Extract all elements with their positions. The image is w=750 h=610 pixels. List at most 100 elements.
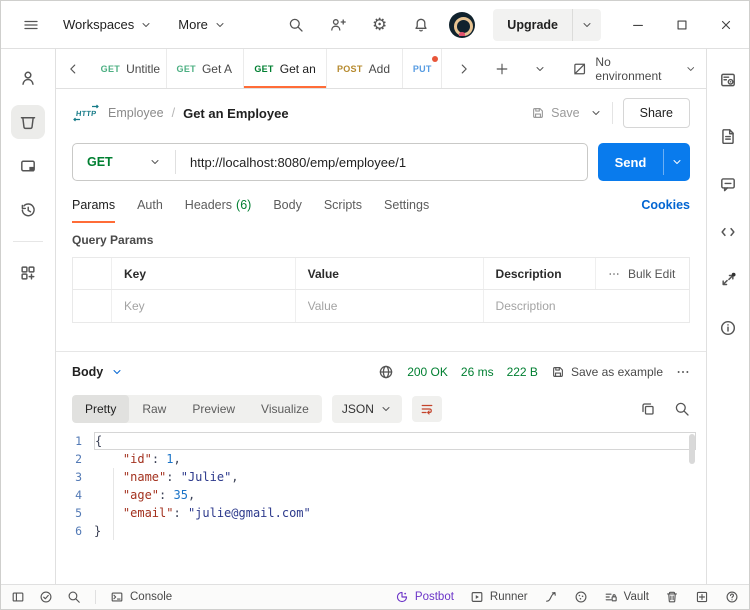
format-dropdown[interactable]: JSON [331, 395, 402, 423]
search-response-icon[interactable] [674, 401, 690, 417]
param-description-input[interactable] [495, 299, 583, 313]
send-button[interactable]: Send [598, 143, 663, 181]
tab-settings[interactable]: Settings [384, 187, 429, 223]
search-icon[interactable] [282, 11, 310, 39]
view-pretty[interactable]: Pretty [72, 395, 130, 423]
tabs-scroll-left-icon[interactable] [56, 49, 91, 88]
settings-gear-icon[interactable]: ⚙ [366, 10, 393, 39]
upgrade-button[interactable]: Upgrade [493, 18, 572, 32]
upgrade-button-group: Upgrade [493, 8, 601, 41]
cookies-icon[interactable] [574, 590, 588, 604]
send-options-chevron-icon[interactable] [664, 143, 690, 181]
help-icon[interactable] [725, 590, 739, 604]
response-body-editor[interactable]: 1 { 2 "id": 1, 3 "name": "Julie", 4 "age [56, 426, 706, 584]
column-header-description: Description [482, 258, 595, 289]
method-dropdown[interactable]: GET [73, 155, 175, 169]
environment-selector[interactable]: No environment [562, 49, 706, 88]
tab-body[interactable]: Body [273, 187, 302, 223]
editor-scrollbar[interactable] [689, 434, 695, 464]
tab-options-chevron-icon[interactable] [522, 63, 558, 75]
maximize-icon[interactable] [675, 18, 689, 32]
window-controls [631, 18, 733, 32]
tab-params[interactable]: Params [72, 187, 116, 223]
status-badge[interactable]: 200 OK [407, 365, 448, 379]
view-preview[interactable]: Preview [179, 395, 248, 423]
minimize-icon[interactable] [631, 18, 645, 32]
more-options-icon [609, 272, 619, 275]
view-raw[interactable]: Raw [129, 395, 179, 423]
related-requests-icon[interactable] [711, 263, 745, 297]
left-sidebar [1, 49, 56, 584]
url-input-container: GET [72, 143, 588, 181]
tab-untitled-request[interactable]: GET Untitle [91, 49, 167, 88]
code-snippet-icon[interactable] [711, 215, 745, 249]
tab-get-a[interactable]: GET Get A [167, 49, 245, 88]
console-icon [111, 592, 123, 602]
toggle-sidebar-icon[interactable] [11, 590, 25, 604]
param-value-input[interactable] [307, 299, 471, 313]
postbot-button[interactable]: Postbot [395, 590, 454, 604]
response-body-dropdown[interactable]: Body [72, 365, 123, 379]
tabs-scroll-right-icon[interactable] [446, 62, 482, 76]
sync-status-icon[interactable] [39, 590, 53, 604]
comments-icon[interactable] [711, 167, 745, 201]
wrap-line-toggle[interactable] [411, 396, 442, 422]
column-header-value: Value [294, 258, 483, 289]
more-menu[interactable]: More [170, 11, 234, 38]
environment-quicklook-icon[interactable] [711, 63, 745, 97]
documentation-icon[interactable] [711, 119, 745, 153]
vault-button[interactable]: Vault [604, 590, 649, 604]
share-button[interactable]: Share [622, 98, 690, 128]
tab-headers[interactable]: Headers (6) [185, 187, 252, 223]
collections-icon[interactable] [11, 105, 45, 139]
upgrade-chevron-down-icon[interactable] [573, 19, 601, 31]
info-icon[interactable] [711, 311, 745, 345]
workspaces-menu[interactable]: Workspaces [55, 11, 160, 38]
app-window: Workspaces More ⚙ Upgrade GET Untitle GE… [0, 0, 750, 610]
copy-icon[interactable] [640, 401, 656, 417]
url-input[interactable] [176, 154, 587, 170]
response-toolbar: Pretty Raw Preview Visualize JSON [56, 392, 706, 426]
close-icon[interactable] [719, 18, 733, 32]
split-pane-icon[interactable] [695, 590, 709, 604]
tab-scripts[interactable]: Scripts [324, 187, 362, 223]
notifications-bell-icon[interactable] [407, 11, 435, 39]
save-button[interactable]: Save [531, 106, 580, 120]
add-element-icon[interactable] [11, 256, 45, 290]
view-visualize[interactable]: Visualize [248, 395, 322, 423]
query-params-section: Query Params Key Value Description Bulk … [56, 223, 706, 323]
response-time[interactable]: 26 ms [461, 365, 494, 379]
response-size[interactable]: 222 B [507, 365, 538, 379]
runner-button[interactable]: Runner [470, 590, 528, 604]
runner-label: Runner [489, 591, 528, 603]
breadcrumb-request-name[interactable]: Get an Employee [183, 106, 288, 121]
breadcrumb-collection[interactable]: Employee [108, 106, 164, 120]
save-as-example-button[interactable]: Save as example [551, 365, 663, 379]
profile-icon[interactable] [11, 61, 45, 95]
method-value: GET [87, 155, 113, 169]
bulk-edit-button[interactable]: Bulk Edit [594, 258, 689, 289]
auto-select-agent-icon[interactable] [544, 590, 558, 604]
headers-count: (6) [236, 198, 252, 212]
console-button[interactable]: Console [110, 590, 172, 604]
tab-post-add[interactable]: POST Add [327, 49, 403, 88]
row-checkbox-cell[interactable] [73, 290, 111, 322]
save-options-chevron-icon[interactable] [590, 107, 602, 119]
trash-icon[interactable] [665, 590, 679, 604]
new-tab-plus-icon[interactable] [484, 62, 520, 76]
param-key-input[interactable] [124, 299, 283, 313]
hamburger-menu-icon[interactable] [17, 11, 45, 39]
response-more-options-icon[interactable] [676, 365, 690, 379]
cookies-link[interactable]: Cookies [641, 198, 690, 212]
network-globe-icon[interactable] [378, 364, 394, 380]
find-icon[interactable] [67, 590, 81, 604]
tab-auth[interactable]: Auth [137, 187, 163, 223]
invite-user-icon[interactable] [324, 11, 352, 39]
tab-put[interactable]: PUT [403, 49, 443, 88]
environments-icon[interactable] [11, 149, 45, 183]
no-environment-icon [574, 63, 586, 74]
user-avatar[interactable] [449, 11, 476, 38]
tab-get-an-employee[interactable]: GET Get an [244, 49, 327, 88]
history-icon[interactable] [11, 193, 45, 227]
select-all-cell[interactable] [73, 258, 111, 289]
